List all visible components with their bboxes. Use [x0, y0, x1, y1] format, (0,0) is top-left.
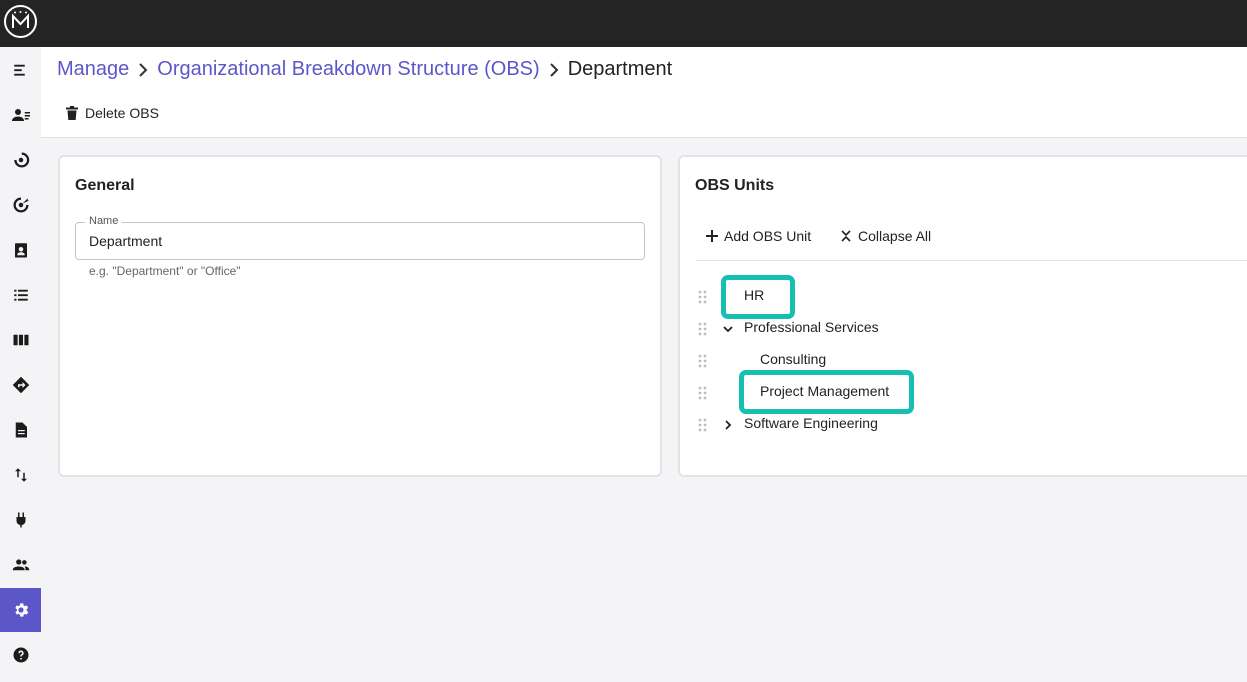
users-icon	[12, 559, 29, 571]
chevron-right-icon	[548, 62, 560, 77]
sidebar-item-board[interactable]	[0, 318, 41, 362]
board-icon	[13, 334, 28, 346]
sidebar-item-roadmap[interactable]	[0, 363, 41, 407]
top-bar	[0, 0, 1247, 47]
drag-handle-icon[interactable]	[698, 418, 708, 432]
sidebar	[0, 47, 41, 682]
sidebar-item-transfer[interactable]	[0, 453, 41, 497]
collapse-all-button[interactable]: Collapse All	[840, 228, 931, 244]
sidebar-item-documents[interactable]	[0, 408, 41, 452]
breadcrumb-manage[interactable]: Manage	[57, 58, 129, 81]
tree-node-label: Professional Services	[744, 319, 879, 335]
name-field-label: Name	[85, 215, 123, 227]
sidebar-item-users[interactable]	[0, 543, 41, 587]
drag-handle-icon[interactable]	[698, 322, 708, 336]
obs-units-title: OBS Units	[695, 177, 775, 194]
settings-icon	[14, 603, 28, 617]
drag-handle-icon[interactable]	[698, 386, 708, 400]
name-field-value: Department	[89, 233, 163, 249]
tree-row-hr[interactable]: HR	[698, 280, 1238, 312]
document-icon	[15, 422, 27, 438]
trash-icon	[66, 106, 78, 120]
tree-row-professional-services[interactable]: Professional Services	[698, 312, 1238, 344]
menu-icon	[13, 64, 25, 76]
sidebar-item-settings[interactable]	[0, 588, 41, 632]
name-field-hint: e.g. "Department" or "Office"	[89, 264, 241, 278]
add-obs-unit-button[interactable]: Add OBS Unit	[706, 228, 811, 244]
chevron-right-icon[interactable]	[722, 419, 734, 431]
chevron-down-icon[interactable]	[722, 323, 734, 335]
tree-row-consulting[interactable]: Consulting	[698, 344, 1238, 376]
sidebar-item-list[interactable]	[0, 273, 41, 317]
tree-node-label: HR	[744, 287, 765, 303]
breadcrumb: Manage Organizational Breakdown Structur…	[57, 58, 672, 81]
page-header: Manage Organizational Breakdown Structur…	[41, 47, 1247, 138]
resources-icon	[11, 109, 30, 121]
help-icon	[13, 647, 28, 663]
collapse-all-label: Collapse All	[858, 228, 932, 244]
list-icon	[13, 289, 28, 301]
tree-row-project-management[interactable]: Project Management	[698, 376, 1238, 408]
tree-node-label: Project Management	[760, 383, 890, 399]
obs-toolbar: Add OBS Unit Collapse All	[696, 225, 1247, 261]
progress-icon	[13, 152, 29, 168]
obs-units-card: OBS Units Add OBS Unit Collapse All HR P…	[678, 155, 1247, 477]
target-icon	[13, 197, 29, 213]
tree-row-software-engineering[interactable]: Software Engineering	[698, 408, 1238, 440]
name-field[interactable]: Name Department	[75, 215, 645, 260]
collapse-icon	[841, 230, 851, 242]
sidebar-item-resources[interactable]	[0, 93, 41, 137]
plus-icon	[706, 230, 718, 242]
plugin-icon	[16, 512, 25, 528]
tree-node-label: Software Engineering	[744, 415, 878, 431]
breadcrumb-obs[interactable]: Organizational Breakdown Structure (OBS)	[157, 58, 539, 81]
tree-node-label: Consulting	[760, 351, 827, 367]
delete-obs-button[interactable]: Delete OBS	[65, 105, 159, 121]
roadmap-icon	[12, 376, 29, 394]
chevron-right-icon	[137, 62, 149, 77]
sidebar-item-assignments[interactable]	[0, 228, 41, 272]
sidebar-item-help[interactable]	[0, 633, 41, 677]
drag-handle-icon[interactable]	[698, 354, 708, 368]
drag-handle-icon[interactable]	[698, 290, 708, 304]
general-title: General	[75, 177, 135, 194]
crown-m-logo-icon[interactable]	[4, 5, 37, 38]
sidebar-item-integrations[interactable]	[0, 498, 41, 542]
assignment-icon	[14, 243, 27, 258]
sidebar-item-goals[interactable]	[0, 183, 41, 227]
transfer-icon	[14, 468, 27, 482]
delete-obs-label: Delete OBS	[85, 105, 159, 121]
general-card: General Name Department e.g. "Department…	[58, 155, 662, 477]
page-title: Department	[567, 58, 673, 80]
add-obs-unit-label: Add OBS Unit	[724, 228, 812, 244]
sidebar-item-progress[interactable]	[0, 138, 41, 182]
sidebar-item-menu[interactable]	[0, 48, 41, 92]
